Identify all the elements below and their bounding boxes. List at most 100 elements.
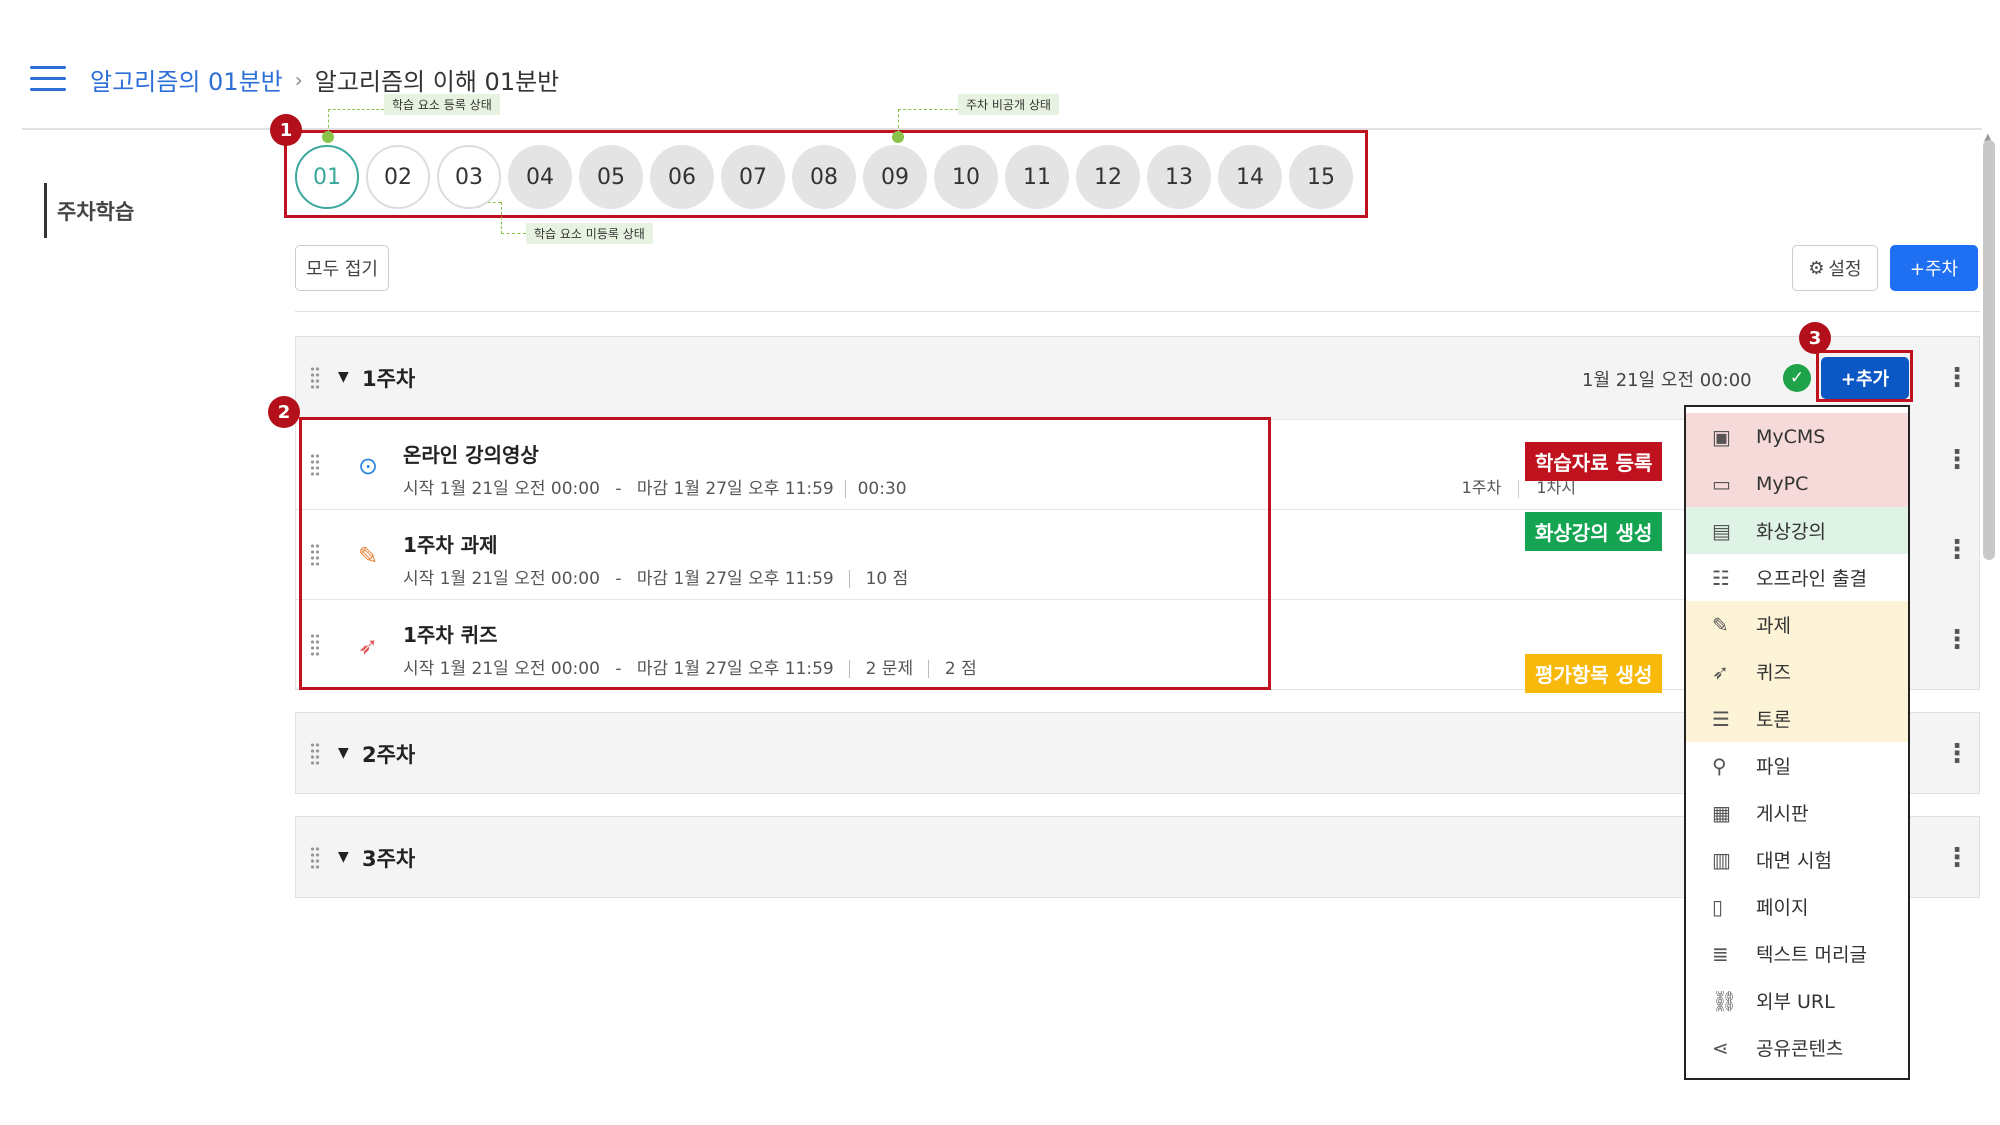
menu-item-label: 외부 URL [1756,991,1835,1013]
drag-handle-icon[interactable] [310,742,320,766]
status-dot-private [892,131,904,143]
menu-item-page[interactable]: ▯ 페이지 [1686,883,1908,930]
caret-down-icon[interactable]: ▼ [338,849,349,865]
annotation-badge-2: 2 [268,396,300,428]
discussion-icon: ☰ [1712,706,1730,731]
menu-item-label: MyCMS [1756,425,1826,448]
label-material-registration: 학습자료 등록 [1525,442,1663,481]
more-options-icon[interactable]: ⋮ [1944,627,1970,653]
rocket-icon: ➶ [1712,659,1729,684]
menu-item-offline-attendance[interactable]: ☷ 오프라인 출결 [1686,554,1908,601]
menu-item-label: 토론 [1756,709,1791,731]
week-nav-05[interactable]: 05 [579,145,643,209]
drag-handle-icon[interactable] [310,846,320,870]
label-evaluation: 평가항목 생성 [1525,654,1663,693]
divider [1518,479,1520,498]
list-icon: ≣ [1712,941,1729,966]
share-icon: ⋖ [1712,1035,1729,1060]
hamburger-menu-icon[interactable] [30,66,66,92]
note-private: 주차 비공개 상태 [958,94,1059,115]
connector-line [328,109,329,133]
link-icon: ⛓ [1712,988,1738,1013]
item-week-tag: 1주차 [1461,478,1502,497]
week-nav-13[interactable]: 13 [1147,145,1211,209]
week-nav-14[interactable]: 14 [1218,145,1282,209]
board-icon: ▦ [1712,800,1731,825]
week-date: 1월 21일 오전 00:00 [1582,370,1752,391]
week-nav-03[interactable]: 03 [437,145,501,209]
breadcrumb-current: 알고리즘의 이해 01분반 [314,68,560,96]
week-nav-01[interactable]: 01 [295,145,359,209]
week-title[interactable]: 2주차 [362,739,415,769]
live-icon: ▤ [1712,518,1731,543]
menu-item-video-lecture[interactable]: ▤ 화상강의 [1686,507,1908,554]
more-options-icon[interactable]: ⋮ [1944,365,1970,391]
menu-item-label: MyPC [1756,472,1809,495]
page: { "header": { "menu_icon": "hamburger-me… [0,0,2000,1125]
menu-item-label: 공유콘텐츠 [1756,1038,1844,1060]
settings-button[interactable]: ⚙ 설정 [1792,245,1878,291]
menu-item-label: 파일 [1756,756,1791,778]
week-nav-04[interactable]: 04 [508,145,572,209]
annotation-badge-1: 1 [270,114,302,146]
caret-down-icon[interactable]: ▼ [338,369,349,385]
menu-item-label: 대면 시험 [1756,850,1832,872]
status-dot-registered [322,131,334,143]
week-nav-11[interactable]: 11 [1005,145,1069,209]
caret-down-icon[interactable]: ▼ [338,745,349,761]
annotation-box-items [299,417,1271,690]
menu-item-discussion[interactable]: ☰ 토론 [1686,695,1908,742]
menu-item-assignment[interactable]: ✎ 과제 [1686,601,1908,648]
week-nav-08[interactable]: 08 [792,145,856,209]
menu-item-label: 페이지 [1756,897,1809,919]
week-title[interactable]: 3주차 [362,843,415,873]
drag-handle-icon[interactable] [310,366,320,390]
week-navigation: 01 02 03 04 05 06 07 08 09 10 11 12 13 1… [295,145,1353,209]
menu-item-quiz[interactable]: ➶ 퀴즈 [1686,648,1908,695]
vertical-scrollbar[interactable] [1983,140,1995,560]
more-options-icon[interactable]: ⋮ [1944,741,1970,767]
menu-item-text-header[interactable]: ≣ 텍스트 머리글 [1686,930,1908,977]
week-nav-06[interactable]: 06 [650,145,714,209]
week-nav-12[interactable]: 12 [1076,145,1140,209]
gear-icon: ⚙ [1808,257,1825,279]
week-nav-10[interactable]: 10 [934,145,998,209]
week-nav-07[interactable]: 07 [721,145,785,209]
annotation-badge-3: 3 [1799,322,1831,354]
menu-item-board[interactable]: ▦ 게시판 [1686,789,1908,836]
settings-label: 설정 [1828,259,1862,280]
menu-item-label: 오프라인 출결 [1756,568,1867,590]
week-nav-02[interactable]: 02 [366,145,430,209]
menu-item-label: 화상강의 [1756,521,1826,543]
week-title[interactable]: 1주차 [362,363,415,393]
menu-item-exam[interactable]: ▥ 대면 시험 [1686,836,1908,883]
breadcrumb-separator-icon: › [294,67,303,92]
menu-item-mycms[interactable]: ▣ MyCMS [1686,413,1908,460]
note-registered: 학습 요소 등록 상태 [384,94,500,115]
connector-line [898,109,958,110]
menu-item-file[interactable]: ⚲ 파일 [1686,742,1908,789]
sidebar-item-weekly-learning[interactable]: 주차학습 [44,183,134,238]
page-icon: ▯ [1712,894,1724,919]
label-video-conference: 화상강의 생성 [1525,512,1663,551]
more-options-icon[interactable]: ⋮ [1944,537,1970,563]
content-divider [295,311,1980,312]
paperclip-icon: ⚲ [1712,753,1727,778]
week-nav-09[interactable]: 09 [863,145,927,209]
more-options-icon[interactable]: ⋮ [1944,447,1970,473]
add-week-button[interactable]: +주차 [1890,245,1978,291]
exam-icon: ▥ [1712,847,1731,872]
offline-attendance-icon: ☷ [1712,565,1730,590]
connector-line [501,233,526,234]
annotation-box-add [1816,350,1913,402]
menu-item-external-url[interactable]: ⛓ 외부 URL [1686,977,1908,1024]
week-nav-15[interactable]: 15 [1289,145,1353,209]
collapse-all-button[interactable]: 모두 접기 [295,245,389,291]
menu-item-label: 과제 [1756,615,1791,637]
breadcrumb: 알고리즘의 01분반 › 알고리즘의 이해 01분반 [90,62,559,97]
breadcrumb-course-link[interactable]: 알고리즘의 01분반 [90,62,283,97]
add-item-dropdown: ▣ MyCMS ▭ MyPC ▤ 화상강의 ☷ 오프라인 출결 ✎ 과제 ➶ 퀴… [1684,405,1910,1080]
menu-item-mypc[interactable]: ▭ MyPC [1686,460,1908,507]
menu-item-shared-content[interactable]: ⋖ 공유콘텐츠 [1686,1024,1908,1071]
more-options-icon[interactable]: ⋮ [1944,845,1970,871]
